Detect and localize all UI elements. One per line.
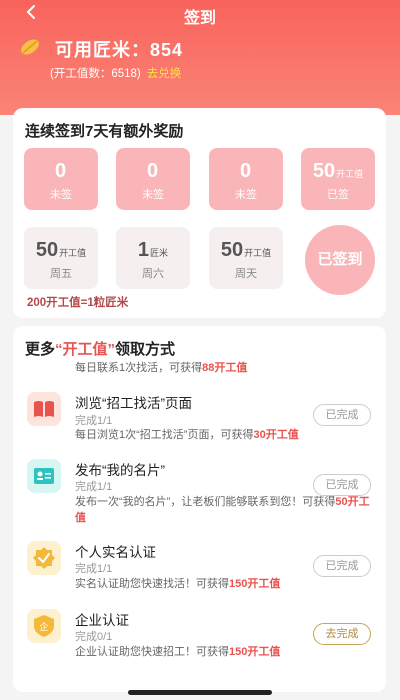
day-label: 已签 [327,189,349,201]
day-value: 50 [312,160,336,182]
subtitle-text: 每日联系1次找活，可获得 [75,362,203,374]
day-value: 1 [137,239,150,261]
business-card-icon-wrap [27,459,61,493]
nav-bar: 签到 [0,0,400,28]
day-label: 未签 [235,189,257,201]
desc-reward: 30开工值 [253,429,299,441]
desc-reward: 150开工值 [229,646,281,658]
subtitle-reward: 88开工值 [202,362,248,374]
streak-title: 连续签到7天有额外奖励 [25,123,184,140]
header-background: 签到 可用匠米：854 (开工值数：6518) 去兑换 [0,0,400,115]
points-balance: 可用匠米：854 [55,40,184,60]
more-ways-card: 更多“开工值”领取方式 每日联系1次找活，可获得88开工值 浏览“招工找活”页面… [13,326,386,692]
day-value: 0 [239,160,252,182]
day-unit: 开工值 [59,248,87,258]
task-progress: 完成1/1 [75,481,113,493]
points-sub: (开工值数：6518) 去兑换 [50,65,181,81]
home-indicator [128,690,272,695]
day-tile-4: 50开工值 已签 [301,148,375,210]
day-tile-3: 0 未签 [209,148,283,210]
desc-text: 企业认证助您快速招工！可获得 [75,646,229,658]
day-tile-6: 1匠米 周六 [116,227,190,289]
verified-badge-icon [33,547,55,569]
day-label: 周天 [235,268,257,280]
task-title: 发布“我的名片” [75,463,165,478]
day-tile-1: 0 未签 [24,148,98,210]
task-button-completed[interactable]: 已完成 [313,555,371,577]
work-value-count: (开工值数：6518) [50,68,141,80]
more-ways-title: 更多“开工值”领取方式 [25,338,175,359]
desc-reward: 150开工值 [229,578,281,590]
day-value: 50 [220,239,244,261]
day-value: 0 [146,160,159,182]
task-description: 实名认证助您快速找活！可获得150开工值 [75,576,371,592]
task-description: 企业认证助您快速招工！可获得150开工值 [75,644,371,660]
task-button-completed[interactable]: 已完成 [313,404,371,426]
exchange-rate-text: 200开工值=1粒匠米 [27,297,129,309]
day-label: 周五 [50,268,72,280]
exchange-link[interactable]: 去兑换 [147,68,182,80]
desc-text: 发布一次“我的名片”，让老板们能够联系到您！可获得 [75,496,336,508]
day-tile-2: 0 未签 [116,148,190,210]
business-card-icon [34,468,54,484]
task-title: 企业认证 [75,613,129,628]
day-value: 50 [35,239,59,261]
book-icon-wrap [27,392,61,426]
day-tile-5: 50开工值 周五 [24,227,98,289]
title-prefix: 更多 [25,341,56,358]
day-label: 周六 [142,268,164,280]
enterprise-shield-icon-wrap: 企 [27,609,61,643]
task-button-completed[interactable]: 已完成 [313,474,371,496]
title-suffix: 领取方式 [115,341,176,358]
verified-badge-icon-wrap [27,541,61,575]
day-value: 0 [54,160,67,182]
task-progress: 完成1/1 [75,563,113,575]
more-ways-subtitle: 每日联系1次找活，可获得88开工值 [75,359,247,375]
task-button-go[interactable]: 去完成 [313,623,371,645]
day-tile-7: 50开工值 周天 [209,227,283,289]
book-icon [34,401,54,417]
day-label: 未签 [50,189,72,201]
task-title: 个人实名认证 [75,545,156,560]
desc-text: 实名认证助您快速找活！可获得 [75,578,229,590]
task-progress: 完成1/1 [75,415,113,427]
day-label: 未签 [142,189,164,201]
svg-text:企: 企 [39,621,48,633]
day-unit: 匠米 [150,248,169,258]
task-description: 每日浏览1次“招工找活”页面，可获得30开工值 [75,427,371,443]
day-unit: 开工值 [244,248,272,258]
day-unit: 开工值 [336,169,364,179]
signed-in-button[interactable]: 已签到 [305,225,375,295]
task-description: 发布一次“我的名片”，让老板们能够联系到您！可获得50开工值 [75,494,371,526]
task-title: 浏览“招工找活”页面 [75,396,192,411]
desc-text: 每日浏览1次“招工找活”页面，可获得 [75,429,254,441]
streak-card: 连续签到7天有额外奖励 0 未签 0 未签 0 未签 50开工值 已签 50开工… [13,108,386,318]
task-progress: 完成0/1 [75,631,113,643]
wheat-icon [21,39,39,55]
enterprise-shield-icon: 企 [34,615,54,637]
page-title: 签到 [183,10,216,27]
title-highlight: “开工值” [55,341,116,358]
